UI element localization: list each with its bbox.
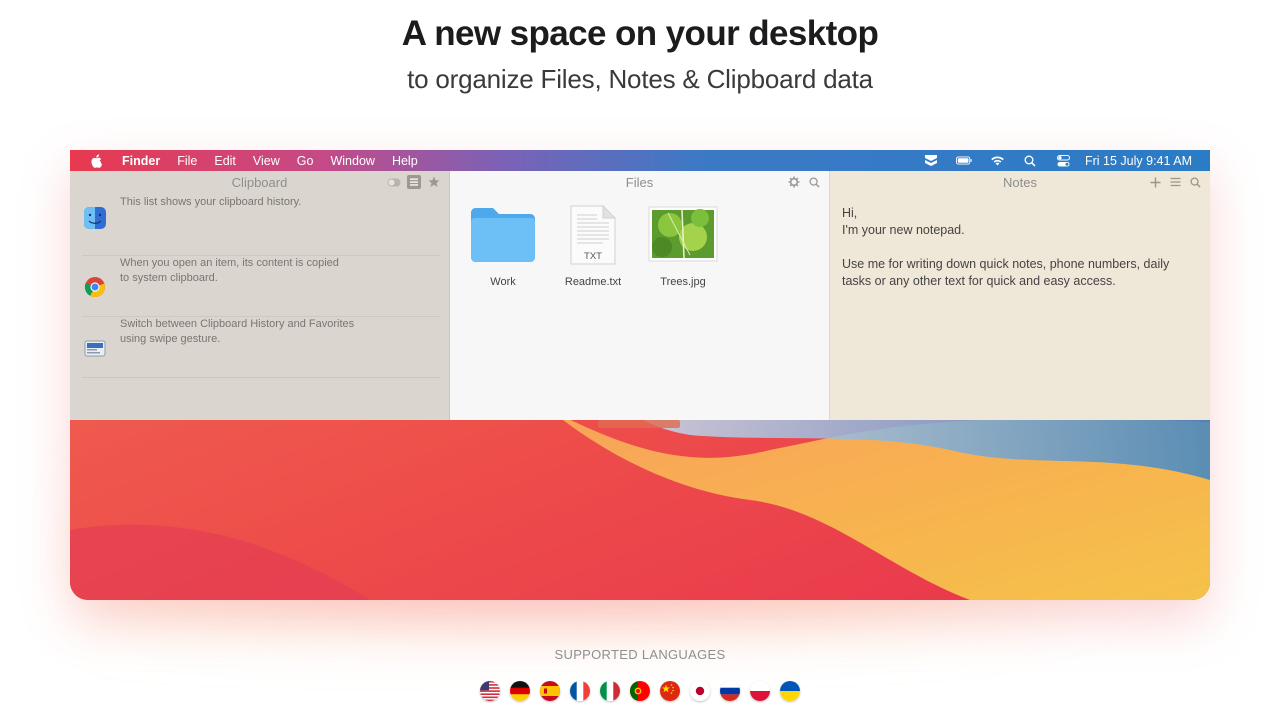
menu-go[interactable]: Go <box>297 154 314 168</box>
apple-icon[interactable] <box>90 153 102 168</box>
menu-bar: Finder File Edit View Go Window Help Fri… <box>70 150 1210 171</box>
files-header: Files <box>450 171 829 193</box>
gear-icon[interactable] <box>787 175 801 189</box>
plus-icon[interactable] <box>1148 175 1162 189</box>
dropzone-icon[interactable] <box>923 154 939 168</box>
flag-it-icon[interactable] <box>600 681 620 701</box>
notes-header: Notes <box>830 171 1210 193</box>
flag-pl-icon[interactable] <box>750 681 770 701</box>
note-line: I'm your new notepad. <box>842 223 965 237</box>
search-icon[interactable] <box>1022 154 1038 168</box>
flag-cn-icon[interactable] <box>660 681 680 701</box>
wifi-icon[interactable] <box>989 154 1005 168</box>
files-title: Files <box>625 174 654 190</box>
clipboard-header: Clipboard <box>70 171 449 193</box>
file-name: Readme.txt <box>564 276 622 288</box>
list-icon[interactable] <box>407 175 421 189</box>
hero-title: A new space on your desktop <box>401 14 879 53</box>
file-item-txt[interactable]: TXT Readme.txt <box>550 204 636 288</box>
image-thumbnail-icon <box>648 206 718 262</box>
flag-fr-icon[interactable] <box>570 681 590 701</box>
file-name: Trees.jpg <box>660 276 706 288</box>
clipboard-panel: Clipboard This list shows your clipboard… <box>70 171 450 420</box>
menu-edit[interactable]: Edit <box>214 154 236 168</box>
flag-es-icon[interactable] <box>540 681 560 701</box>
clipboard-item-text: When you open an item, its content is co… <box>120 257 339 284</box>
flag-pt-icon[interactable] <box>630 681 650 701</box>
folder-icon <box>471 208 535 262</box>
menubar-clock[interactable]: Fri 15 July 9:41 AM <box>1085 154 1192 168</box>
toggle-icon[interactable] <box>387 175 401 189</box>
languages-title: SUPPORTED LANGUAGES <box>554 647 726 662</box>
app-panels: Clipboard This list shows your clipboard… <box>70 171 1210 420</box>
notes-panel: Notes Hi, I'm your new notepad. Use me f… <box>830 171 1210 420</box>
menu-view[interactable]: View <box>253 154 280 168</box>
chrome-icon <box>84 277 105 298</box>
note-line: Use me for writing down quick notes, pho… <box>842 257 1170 288</box>
menu-file[interactable]: File <box>177 154 197 168</box>
control-center-icon[interactable] <box>1055 154 1071 168</box>
language-flags <box>0 681 1280 701</box>
clipboard-item-text: Switch between Clipboard History and Fav… <box>120 318 355 345</box>
files-panel: Files Work TXT Readme.txt Trees.jpg <box>450 171 830 420</box>
note-line: Hi, <box>842 206 858 220</box>
favorites-star-icon[interactable] <box>427 175 441 189</box>
desktop-screen: Finder File Edit View Go Window Help Fri… <box>70 150 1210 600</box>
battery-icon[interactable] <box>956 154 972 168</box>
file-name: Work <box>490 276 516 288</box>
menu-lines-icon[interactable] <box>1168 175 1182 189</box>
file-item-folder[interactable]: Work <box>460 205 546 288</box>
preview-icon <box>84 340 106 357</box>
menu-help[interactable]: Help <box>392 154 418 168</box>
clipboard-item[interactable]: Switch between Clipboard History and Fav… <box>82 317 440 378</box>
notes-title: Notes <box>1003 174 1037 190</box>
clipboard-item-text: This list shows your clipboard history. <box>120 196 302 208</box>
file-type-badge: TXT <box>584 251 602 262</box>
clipboard-item[interactable]: When you open an item, its content is co… <box>82 256 440 317</box>
menu-window[interactable]: Window <box>330 154 374 168</box>
menu-finder[interactable]: Finder <box>122 154 160 168</box>
hero-subtitle: to organize Files, Notes & Clipboard dat… <box>407 64 873 94</box>
clipboard-title: Clipboard <box>231 174 288 190</box>
file-item-image[interactable]: Trees.jpg <box>640 205 726 288</box>
search-icon[interactable] <box>807 175 821 189</box>
flag-ru-icon[interactable] <box>720 681 740 701</box>
flag-us-icon[interactable] <box>480 681 500 701</box>
finder-icon <box>84 207 106 229</box>
search-icon[interactable] <box>1188 175 1202 189</box>
flag-ua-icon[interactable] <box>780 681 800 701</box>
flag-de-icon[interactable] <box>510 681 530 701</box>
flag-jp-icon[interactable] <box>690 681 710 701</box>
clipboard-item[interactable]: This list shows your clipboard history. <box>82 195 440 256</box>
notes-editor[interactable]: Hi, I'm your new notepad. Use me for wri… <box>842 205 1192 290</box>
